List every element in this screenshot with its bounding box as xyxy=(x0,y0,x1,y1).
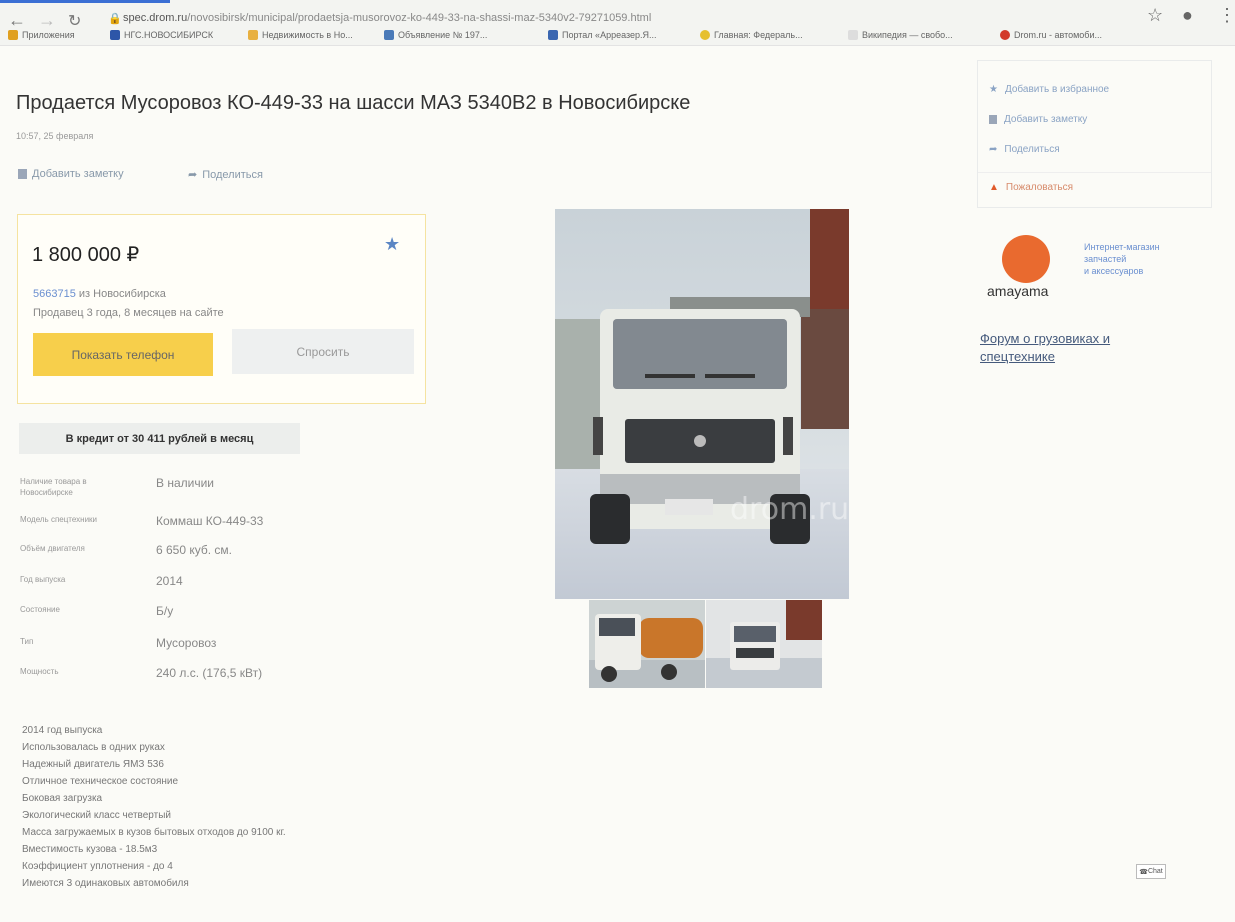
seller-since: Продавец 3 года, 8 месяцев на сайте xyxy=(33,307,224,319)
warning-icon: ▲ xyxy=(989,182,999,193)
description-line: Имеются 3 одинаковых автомобиля xyxy=(22,878,189,889)
share-icon: ➦ xyxy=(989,144,998,155)
spec-value: 2014 xyxy=(156,574,183,588)
seller-info: 5663715 из Новосибирска xyxy=(33,288,166,300)
forum-line: Форум о грузовиках и xyxy=(980,331,1111,346)
truck-photo: drom.ru xyxy=(555,209,849,599)
share-sidebar-label: Поделиться xyxy=(1004,144,1060,155)
description-line: Отличное техническое состояние xyxy=(22,776,179,787)
wikipedia-icon xyxy=(848,30,858,40)
tab-strip-edge xyxy=(0,0,170,3)
chat-icon: ☎ xyxy=(1139,868,1148,876)
ngs-icon xyxy=(110,30,120,40)
chat-label: Chat xyxy=(1147,868,1163,875)
credit-button[interactable]: В кредит от 30 411 рублей в месяц xyxy=(19,423,300,454)
note-icon xyxy=(18,169,27,179)
bookmark-apps[interactable]: Приложения xyxy=(8,30,75,40)
amayama-brand[interactable]: amayama xyxy=(987,283,1048,299)
bookmark-federal[interactable]: Главная: Федераль... xyxy=(700,30,803,40)
description-line: Боковая загрузка xyxy=(22,793,103,804)
spec-value: Мусоровоз xyxy=(156,636,217,650)
add-note-sidebar-label: Добавить заметку xyxy=(1004,114,1088,125)
add-note-label: Добавить заметку xyxy=(32,168,124,180)
ask-button[interactable]: Спросить xyxy=(232,329,414,374)
main-photo[interactable]: drom.ru xyxy=(555,209,849,599)
portal-icon xyxy=(548,30,558,40)
description-line: Коэффициент уплотнения - до 4 xyxy=(22,861,173,872)
spec-key: Тип xyxy=(20,637,34,646)
description-line: 2014 год выпуска xyxy=(22,725,103,736)
favorite-star-icon[interactable]: ★ xyxy=(384,234,400,255)
note-icon xyxy=(989,115,997,124)
account-icon[interactable]: ● xyxy=(1182,5,1193,26)
spec-value: Б/у xyxy=(156,604,174,618)
spec-value: 240 л.с. (176,5 кВт) xyxy=(156,666,263,680)
description-line: Экологический класс четвертый xyxy=(22,810,171,821)
bookmark-portal[interactable]: Портал «Арреазер.Я... xyxy=(548,30,657,40)
ad-line: и аксессуаров xyxy=(1084,266,1144,276)
ad-icon xyxy=(384,30,394,40)
forum-line: спецтехнике xyxy=(980,349,1055,364)
report-link[interactable]: ▲ Пожаловаться xyxy=(989,182,1073,193)
apps-icon xyxy=(8,30,18,40)
description-line: Использовалась в одних руках xyxy=(22,742,165,753)
star-icon: ★ xyxy=(989,84,998,95)
seller-city: из Новосибирска xyxy=(75,288,166,300)
forum-link[interactable]: Форум о грузовиках и спецтехнике xyxy=(980,330,1110,366)
add-favorite-label: Добавить в избранное xyxy=(1004,84,1110,95)
bookmark-realty[interactable]: Недвижимость в Но... xyxy=(248,30,353,40)
ad-line: запчастей xyxy=(1084,254,1127,264)
sidebar-divider xyxy=(978,172,1211,173)
bookmark-ad[interactable]: Объявление № 197... xyxy=(384,30,487,40)
description-line: Масса загружаемых в кузов бытовых отходо… xyxy=(22,827,286,838)
spec-key: Объём двигателя xyxy=(20,544,85,553)
lock-icon: 🔒 xyxy=(108,13,122,25)
add-note-link[interactable]: Добавить заметку xyxy=(18,168,124,180)
spec-key: Мощность xyxy=(20,667,59,676)
spec-value: 6 650 куб. см. xyxy=(156,543,233,557)
bookmark-ngs[interactable]: НГС.НОВОСИБИРСК xyxy=(110,30,213,40)
address-bar[interactable]: spec.drom.ru/novosibirsk/municipal/proda… xyxy=(123,12,651,24)
page-title: Продается Мусоровоз КО-449-33 на шасси М… xyxy=(16,92,691,114)
thumbnail-image xyxy=(706,600,822,688)
watermark: drom.ru xyxy=(730,492,849,527)
add-favorite-link[interactable]: ★ Добавить в избранное xyxy=(989,84,1109,95)
spec-key: Год выпуска xyxy=(20,575,66,584)
ad-line: Интернет-магазин xyxy=(1084,242,1160,252)
price: 1 800 000 ₽ xyxy=(32,244,140,266)
amayama-logo[interactable] xyxy=(1002,235,1050,283)
thumbnail-1[interactable] xyxy=(589,600,705,688)
realty-icon xyxy=(248,30,258,40)
spec-value: Коммаш КО-449-33 xyxy=(156,514,264,528)
spec-key: Состояние xyxy=(20,605,60,614)
spec-key: Наличие товара в Новосибирске xyxy=(20,477,87,497)
thumbnail-image xyxy=(589,600,705,688)
share-link[interactable]: ➦ Поделиться xyxy=(188,168,263,182)
seller-link[interactable]: 5663715 xyxy=(33,288,76,300)
spec-value: В наличии xyxy=(156,476,215,490)
show-phone-button[interactable]: Показать телефон xyxy=(33,333,213,376)
description-line: Вместимость кузова - 18.5м3 xyxy=(22,844,158,855)
add-note-sidebar-link[interactable]: Добавить заметку xyxy=(989,114,1087,125)
share-sidebar-link[interactable]: ➦ Поделиться xyxy=(989,144,1060,155)
bookmark-star-icon[interactable]: ☆ xyxy=(1147,5,1163,26)
share-icon: ➦ xyxy=(188,169,198,181)
description: 2014 год выпуска Использовалась в одних … xyxy=(22,722,286,892)
description-line: Надежный двигатель ЯМЗ 536 xyxy=(22,759,164,770)
bookmark-drom[interactable]: Drom.ru - автомоби... xyxy=(1000,30,1102,40)
bookmarks-bar: Приложения НГС.НОВОСИБИРСК Недвижимость … xyxy=(0,27,1235,46)
report-label: Пожаловаться xyxy=(1005,182,1074,193)
federal-icon xyxy=(700,30,710,40)
bookmark-wikipedia[interactable]: Википедия — свобо... xyxy=(848,30,953,40)
spec-key: Модель спецтехники xyxy=(20,515,98,524)
ad-text[interactable]: Интернет-магазин запчастей и аксессуаров xyxy=(1084,241,1160,277)
thumbnail-2[interactable] xyxy=(706,600,822,688)
chat-button[interactable]: ☎ Chat xyxy=(1136,864,1166,879)
drom-icon xyxy=(1000,30,1010,40)
share-label: Поделиться xyxy=(202,168,263,181)
post-date: 10:57, 25 февраля xyxy=(16,131,94,141)
menu-icon[interactable]: ⋮ xyxy=(1218,5,1235,26)
